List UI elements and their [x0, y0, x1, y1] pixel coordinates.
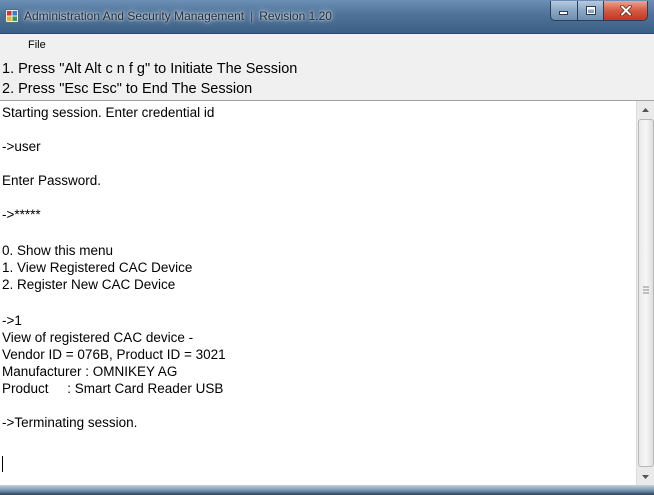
minimize-button[interactable]: [550, 1, 578, 21]
scroll-thumb[interactable]: [638, 119, 654, 467]
console-line: ->1: [2, 313, 22, 328]
menu-bar: File: [0, 34, 654, 56]
console-line: 1. View Registered CAC Device: [2, 260, 193, 275]
console-line: Manufacturer : OMNIKEY AG: [2, 364, 178, 379]
app-window: Administration And Security Management | R…: [0, 0, 654, 495]
window-title-revision: Revision 1.20: [259, 9, 332, 23]
console-line: Vendor ID = 076B, Product ID = 3021: [2, 347, 226, 362]
maximize-button[interactable]: [578, 1, 604, 21]
minimize-icon: [559, 10, 568, 15]
vertical-scrollbar[interactable]: [636, 101, 654, 485]
scroll-down-arrow-icon: [642, 474, 649, 479]
window-title: Administration And Security Management | R…: [24, 9, 332, 23]
console-line: ->Terminating session.: [2, 415, 138, 430]
scroll-down-button[interactable]: [637, 468, 654, 485]
close-button[interactable]: [604, 1, 648, 21]
console-line: 2. Register New CAC Device: [2, 277, 176, 292]
scroll-up-button[interactable]: [637, 101, 654, 118]
scroll-grip-icon: [643, 286, 649, 294]
console-line: 0. Show this menu: [2, 243, 114, 258]
console-output[interactable]: Starting session. Enter credential id ->u…: [0, 101, 636, 485]
menu-item-file[interactable]: File: [28, 39, 46, 51]
console-line: Product : Smart Card Reader USB: [2, 381, 224, 396]
close-icon: [619, 5, 632, 16]
window-bottom-frame: [0, 485, 654, 495]
text-caret: [2, 456, 3, 472]
scroll-up-arrow-icon: [642, 107, 649, 112]
app-window-icon: [5, 9, 19, 23]
console-line: Starting session. Enter credential id: [2, 105, 215, 120]
instruction-end: 2. Press "Esc Esc" to End The Session: [2, 81, 253, 97]
title-bar[interactable]: Administration And Security Management | R…: [0, 0, 654, 34]
maximize-icon: [585, 5, 596, 15]
window-title-separator: |: [250, 9, 254, 23]
console-line: View of registered CAC device -: [2, 330, 194, 345]
instruction-initiate: 1. Press "Alt Alt c n f g" to Initiate T…: [2, 61, 298, 77]
console-line: ->user: [2, 139, 41, 154]
console-line: ->*****: [2, 207, 41, 222]
window-controls: [550, 1, 648, 21]
instructions-panel: 1. Press "Alt Alt c n f g" to Initiate T…: [0, 56, 654, 101]
window-title-name: Administration And Security Management: [24, 9, 245, 23]
console-line: Enter Password.: [2, 173, 102, 188]
